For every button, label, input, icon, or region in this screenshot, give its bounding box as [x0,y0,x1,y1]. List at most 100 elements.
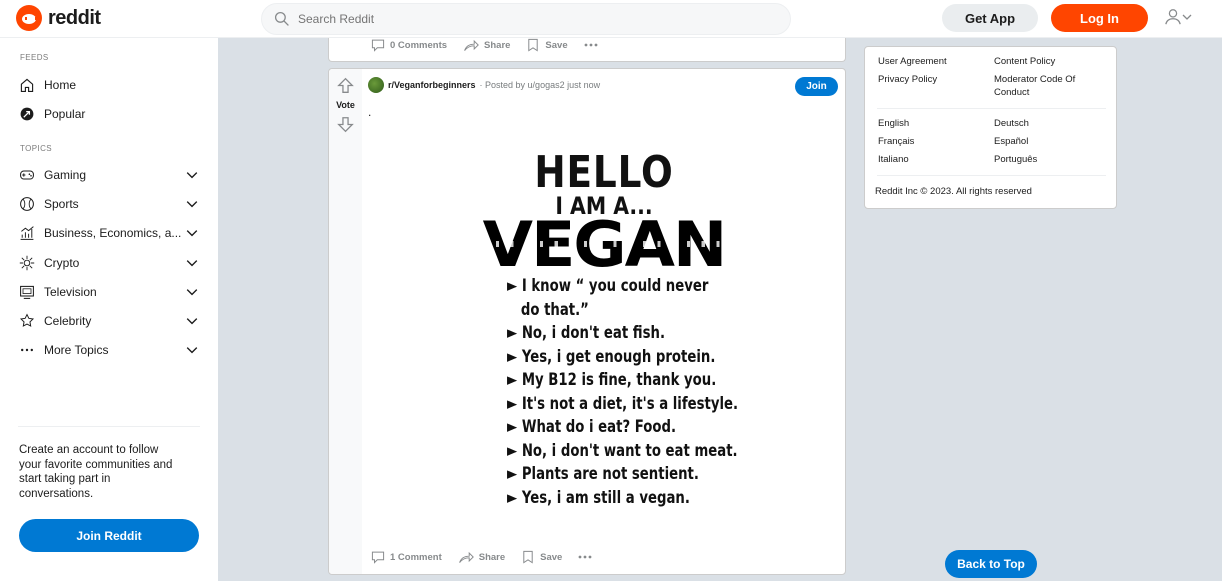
subreddit-icon[interactable] [368,77,384,93]
more-icon [578,555,592,559]
image-text-line: ► Plants are not sentient. [507,464,699,484]
save-button[interactable]: Save [521,550,562,564]
chart-icon [18,224,36,242]
post-actions: 1 Comment Share Save [371,550,613,564]
sidebar-item-label: Celebrity [44,314,92,328]
image-text-line: ► It's not a diet, it's a lifestyle. [507,393,739,414]
sidebar-item-popular[interactable]: Popular [18,102,200,126]
share-button[interactable]: Share [463,38,510,52]
image-text-line: do that.” [507,299,589,320]
downvote-icon[interactable] [337,116,354,133]
get-app-button[interactable]: Get App [942,4,1038,32]
image-text-line: ► My B12 is fine, thank you. [507,370,717,390]
comment-icon [371,551,385,564]
share-button[interactable]: Share [458,550,505,564]
chevron-down-icon [186,260,198,267]
more-icon [18,341,36,359]
sidebar-item-business[interactable]: Business, Economics, a... [18,221,200,245]
language-francais[interactable]: Français [878,136,914,149]
sidebar-item-sports[interactable]: Sports [18,192,200,216]
image-text-line: ► Yes, i get enough protein. [507,346,716,367]
chevron-down-icon [186,230,198,237]
popular-icon [18,105,36,123]
search-bar[interactable] [261,3,791,35]
language-portugues[interactable]: Português [994,154,1037,167]
image-text-line: ► No, i don't want to eat meat. [507,440,738,461]
vote-column: Vote [329,69,362,574]
left-sidebar: FEEDS Home Popular TOPICS Gaming Sports … [0,38,218,581]
back-to-top-button[interactable]: Back to Top [945,550,1037,578]
sidebar-divider [18,426,200,427]
posted-by-text: · Posted by u/gogas2 just now [479,80,601,90]
ball-icon [18,195,36,213]
sidebar-item-crypto[interactable]: Crypto [18,251,200,275]
save-button[interactable]: Save [526,38,568,52]
language-deutsch[interactable]: Deutsch [994,118,1029,131]
subreddit-link[interactable]: r/Veganforbeginners [388,80,476,90]
language-italiano[interactable]: Italiano [878,154,909,167]
sidebar-item-label: Popular [44,107,86,121]
reddit-snoo-icon [16,5,42,31]
user-icon [1165,9,1181,25]
post-meta: r/Veganforbeginners · Posted by u/gogas2… [368,77,600,93]
footer-divider [877,175,1106,176]
feeds-section-label: FEEDS [20,53,49,62]
privacy-policy-link[interactable]: Privacy Policy [878,74,937,87]
more-options-button[interactable] [578,555,597,559]
post-title[interactable]: . [368,105,371,119]
image-text-hello: HELLO [534,147,674,198]
post-image[interactable]: HELLO I AM A... VEGAN ► I know “ you cou… [469,151,739,536]
chevron-down-icon [186,347,198,354]
chevron-down-icon [186,172,198,179]
sidebar-item-label: Television [44,285,97,299]
share-icon [464,39,479,51]
join-reddit-button[interactable]: Join Reddit [19,519,199,552]
search-input[interactable] [298,12,758,26]
vote-count: Vote [336,100,355,110]
user-menu-button[interactable] [1164,8,1192,26]
image-text-vegan: VEGAN [462,214,746,276]
comments-label: 1 Comment [390,551,442,563]
sidebar-item-label: More Topics [44,343,109,357]
comments-button[interactable]: 0 Comments [371,38,447,52]
share-label: Share [484,39,511,51]
image-text-line: ► What do i eat? Food. [507,417,677,437]
logo-text: reddit [48,6,101,29]
sidebar-item-more-topics[interactable]: More Topics [18,338,200,362]
upvote-icon[interactable] [337,77,354,94]
image-text-line: ► Yes, i am still a vegan. [507,487,690,508]
content-policy-link[interactable]: Content Policy [994,56,1055,69]
comments-label: 0 Comments [390,39,448,51]
post-actions: 0 Comments Share Save [371,38,619,52]
sidebar-item-celebrity[interactable]: Celebrity [18,309,200,333]
sidebar-item-home[interactable]: Home [18,73,200,97]
copyright-text: Reddit Inc © 2023. All rights reserved [875,186,1032,197]
comments-button[interactable]: 1 Comment [371,550,442,564]
post-card[interactable]: Vote r/Veganforbeginners · Posted by u/g… [328,68,846,575]
sidebar-item-gaming[interactable]: Gaming [18,163,200,187]
signup-promo-text: Create an account to follow your favorit… [19,444,173,500]
crypto-icon [18,254,36,272]
more-icon [584,43,598,47]
image-text-list: ► I know “ you could never do that.” ► N… [507,275,739,510]
footer-links-card: User Agreement Privacy Policy Content Po… [864,46,1117,209]
sidebar-item-label: Business, Economics, a... [44,226,182,240]
join-subreddit-button[interactable]: Join [795,77,838,96]
language-english[interactable]: English [878,118,909,131]
sidebar-item-label: Gaming [44,168,87,182]
sidebar-item-label: Sports [44,197,79,211]
sidebar-item-television[interactable]: Television [18,280,200,304]
language-espanol[interactable]: Español [994,136,1028,149]
search-icon [274,11,289,26]
chevron-down-icon [186,289,198,296]
more-options-button[interactable] [584,43,603,47]
moderator-code-link[interactable]: Moderator Code Of Conduct [994,74,1094,99]
user-agreement-link[interactable]: User Agreement [878,56,947,69]
gamepad-icon [18,166,36,184]
tv-icon [18,283,36,301]
log-in-button[interactable]: Log In [1051,4,1148,32]
save-label: Save [540,551,563,563]
star-badge-icon [18,312,36,330]
reddit-logo[interactable]: reddit [16,5,101,31]
footer-divider [877,108,1106,109]
